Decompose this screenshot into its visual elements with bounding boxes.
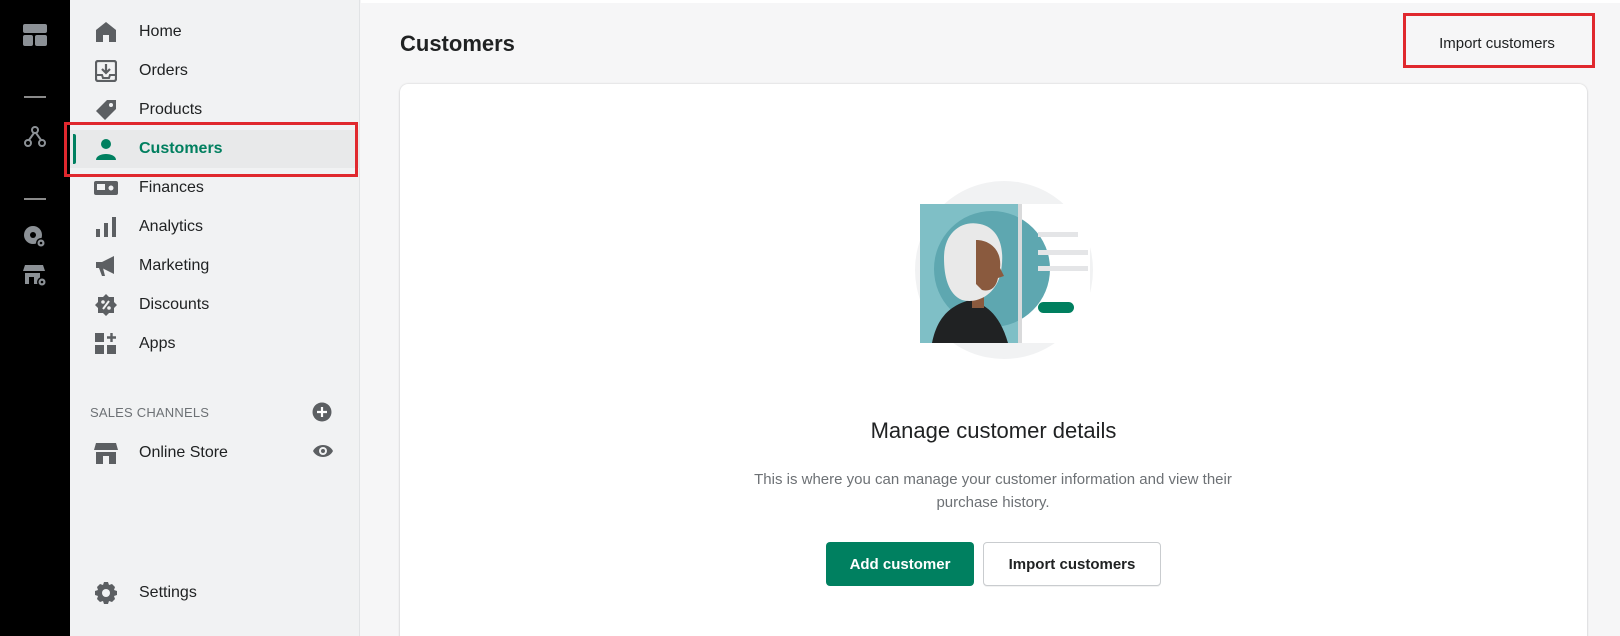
add-sales-channel-button[interactable]: [312, 402, 332, 422]
sidebar-item-discounts[interactable]: Discounts: [70, 286, 360, 324]
plus-circle-icon: [312, 402, 332, 422]
sidebar-item-marketing[interactable]: Marketing: [70, 247, 360, 285]
apps-icon: [94, 332, 118, 356]
sidebar-item-label: Finances: [139, 179, 204, 196]
rail-divider: [24, 96, 46, 98]
store-settings-icon[interactable]: [22, 262, 48, 288]
layout-grid-icon[interactable]: [22, 22, 48, 48]
finances-icon: [94, 176, 118, 200]
rail-divider: [24, 198, 46, 200]
discount-icon: [94, 293, 118, 317]
sidebar-nav: Home Orders Products Customers Finances …: [70, 0, 360, 636]
sidebar-item-label: Marketing: [139, 257, 210, 274]
sidebar-item-finances[interactable]: Finances: [70, 169, 360, 207]
sidebar-item-home[interactable]: Home: [70, 13, 360, 51]
sidebar-item-label: Discounts: [139, 296, 210, 313]
sidebar-item-analytics[interactable]: Analytics: [70, 208, 360, 246]
empty-state-card: Manage customer details This is where yo…: [400, 84, 1587, 636]
orders-icon: [94, 59, 118, 83]
sidebar-item-label: Online Store: [139, 444, 228, 461]
import-customers-button[interactable]: Import customers: [983, 542, 1161, 586]
empty-state-heading: Manage customer details: [870, 418, 1117, 443]
sales-channels-heading: SALES CHANNELS: [90, 405, 210, 420]
eye-icon: [313, 445, 333, 457]
sidebar-item-label: Analytics: [139, 218, 204, 235]
sidebar-item-settings[interactable]: Settings: [70, 574, 360, 612]
nodes-icon[interactable]: [22, 124, 48, 150]
sidebar-item-apps[interactable]: Apps: [70, 325, 360, 363]
sidebar-item-orders[interactable]: Orders: [70, 52, 360, 90]
gear-icon: [94, 581, 118, 605]
sidebar-item-label: Products: [139, 101, 203, 118]
sidebar-item-label: Home: [139, 23, 182, 40]
tag-icon: [94, 98, 118, 122]
sidebar-item-label: Orders: [139, 62, 188, 79]
sidebar-item-products[interactable]: Products: [70, 91, 360, 129]
sidebar-item-label: Apps: [139, 335, 176, 352]
globe-settings-icon[interactable]: [22, 224, 48, 250]
top-bar: [361, 0, 1620, 3]
customer-illustration: [904, 180, 1104, 360]
megaphone-icon: [94, 254, 118, 278]
store-icon: [94, 441, 118, 465]
add-customer-button[interactable]: Add customer: [826, 542, 974, 586]
sidebar-item-label: Customers: [139, 140, 223, 157]
person-icon: [94, 137, 118, 161]
empty-state-description: This is where you can manage your custom…: [754, 471, 1232, 511]
home-icon: [94, 20, 118, 44]
page-title: Customers: [400, 31, 515, 56]
sidebar-item-label: Settings: [139, 584, 197, 601]
import-customers-header-button[interactable]: Import customers: [1412, 27, 1582, 59]
bar-chart-icon: [94, 215, 118, 239]
sidebar-item-customers[interactable]: Customers: [70, 130, 360, 168]
app-rail: [0, 0, 70, 636]
view-online-store-button[interactable]: [312, 442, 334, 460]
